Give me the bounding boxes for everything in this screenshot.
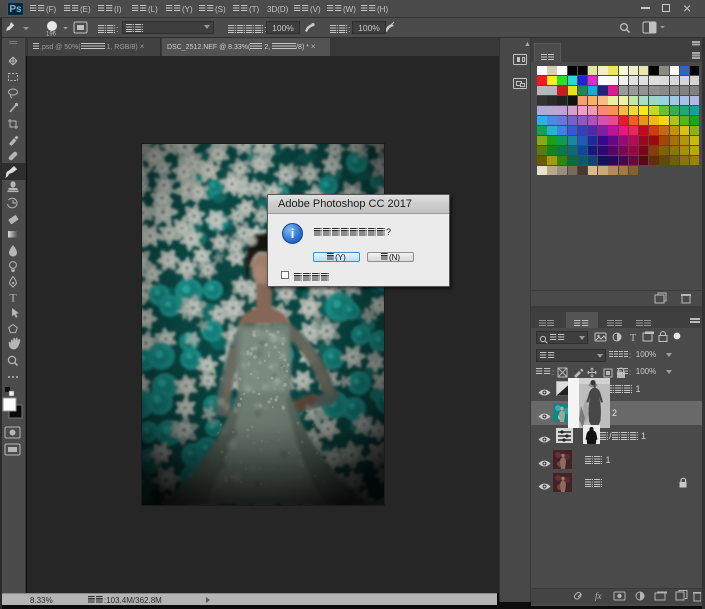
svg-text:196: 196 [46, 32, 57, 38]
svg-text:T: T [9, 291, 17, 305]
svg-text:T: T [630, 333, 636, 344]
svg-text:fx: fx [595, 591, 602, 601]
